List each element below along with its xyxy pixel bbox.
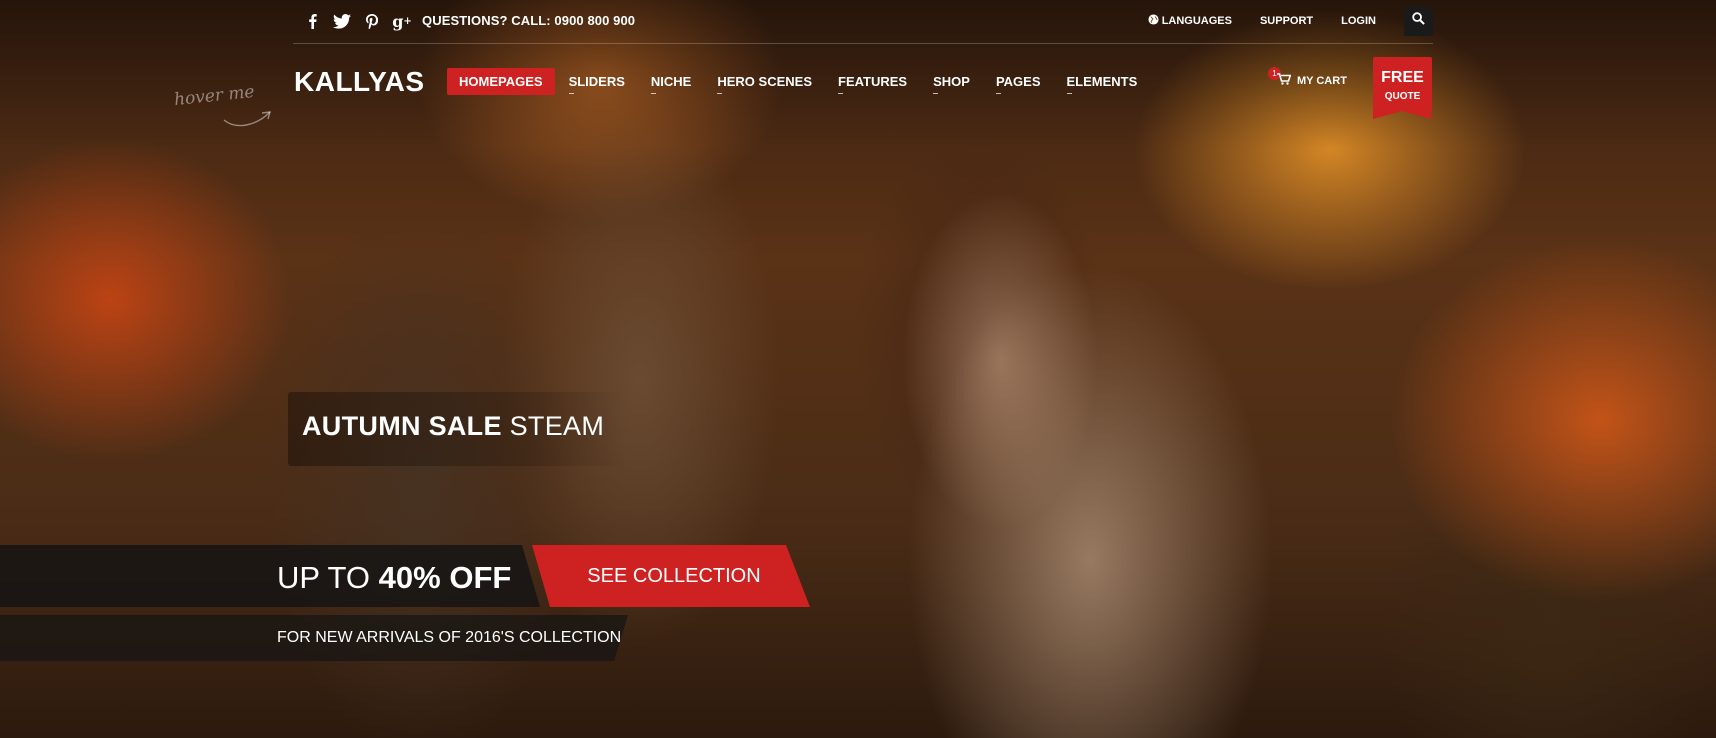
- free-quote-button[interactable]: FREE QUOTE: [1373, 57, 1432, 119]
- phone-text: QUESTIONS? CALL: 0900 800 900: [422, 13, 636, 28]
- nav-item-hero-scenes[interactable]: HERO SCENES: [705, 68, 824, 95]
- google-plus-icon[interactable]: g +: [392, 11, 412, 31]
- languages-label: LANGUAGES: [1161, 15, 1232, 27]
- social-links: g +: [303, 11, 412, 31]
- cart-icon: [1277, 73, 1292, 88]
- nav-item-elements[interactable]: ELEMENTS: [1055, 68, 1150, 95]
- twitter-icon[interactable]: [333, 11, 351, 31]
- site-logo[interactable]: KALLYAS: [294, 66, 425, 98]
- hero-title: AUTUMN SALE STEAM: [302, 411, 605, 441]
- nav-item-homepages[interactable]: HOMEPAGES: [447, 68, 555, 95]
- nav-item-niche[interactable]: NICHE: [639, 68, 703, 95]
- search-icon: [1412, 12, 1425, 30]
- nav-item-features[interactable]: FEATURES: [826, 68, 919, 95]
- top-links: LANGUAGES SUPPORT LOGIN: [1148, 0, 1433, 42]
- see-collection-button[interactable]: SEE COLLECTION: [532, 545, 810, 607]
- free-quote-bottom-text: QUOTE: [1384, 91, 1421, 102]
- nav-item-pages[interactable]: PAGES: [984, 68, 1053, 95]
- my-cart-link[interactable]: MY CART: [1277, 73, 1347, 88]
- free-quote-top-text: FREE: [1381, 69, 1424, 86]
- support-link[interactable]: SUPPORT: [1260, 15, 1313, 27]
- login-link[interactable]: LOGIN: [1341, 15, 1376, 27]
- hero-subtitle: FOR NEW ARRIVALS OF 2016'S COLLECTION: [277, 629, 622, 646]
- main-nav: HOMEPAGES SLIDERS NICHE HERO SCENES FEAT…: [447, 68, 1151, 95]
- search-button[interactable]: [1404, 6, 1433, 36]
- nav-item-sliders[interactable]: SLIDERS: [557, 68, 637, 95]
- nav-item-shop[interactable]: SHOP: [921, 68, 982, 95]
- languages-link[interactable]: LANGUAGES: [1148, 14, 1232, 28]
- globe-icon: [1148, 14, 1159, 28]
- see-collection-label: SEE COLLECTION: [587, 564, 761, 587]
- cart-label: MY CART: [1297, 74, 1347, 87]
- pinterest-icon[interactable]: [363, 11, 381, 31]
- facebook-icon[interactable]: [303, 11, 321, 31]
- offer-text: UP TO 40% OFF: [277, 560, 512, 595]
- hover-hint-arrow: [223, 111, 271, 127]
- top-bar: g + QUESTIONS? CALL: 0900 800 900 LANGUAG…: [293, 0, 1433, 44]
